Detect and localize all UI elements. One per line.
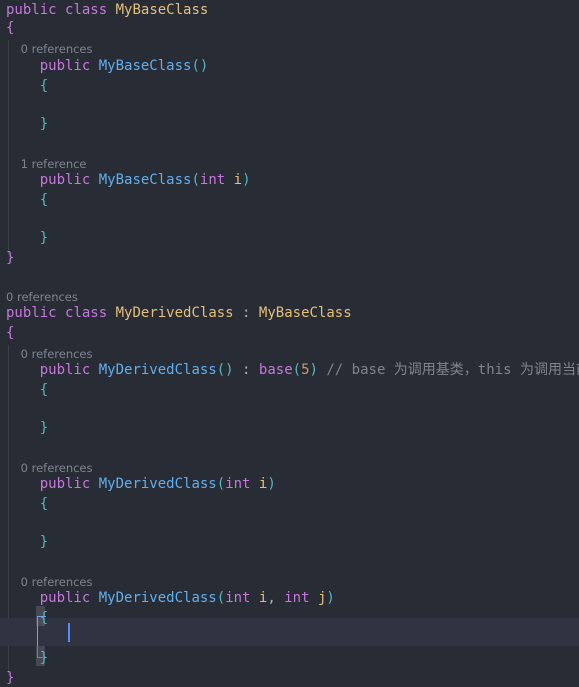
- text-cursor: [68, 623, 70, 642]
- token-open-brace: {: [6, 20, 15, 36]
- code-editor[interactable]: public class MyBaseClass { 0 references …: [0, 0, 579, 687]
- token-close-brace: }: [6, 250, 15, 266]
- token-open-brace: {: [6, 325, 15, 341]
- code-line-open-brace-active[interactable]: {: [0, 604, 579, 632]
- code-line-open-brace-derived[interactable]: {: [0, 319, 579, 347]
- code-line-close-brace-derived-class[interactable]: }: [0, 664, 579, 687]
- token-close-brace: }: [39, 116, 49, 132]
- token-close-brace: }: [39, 420, 49, 436]
- token-close-brace: }: [6, 670, 15, 686]
- code-line-open-brace-base[interactable]: {: [0, 14, 579, 42]
- token-close-brace: }: [39, 534, 49, 550]
